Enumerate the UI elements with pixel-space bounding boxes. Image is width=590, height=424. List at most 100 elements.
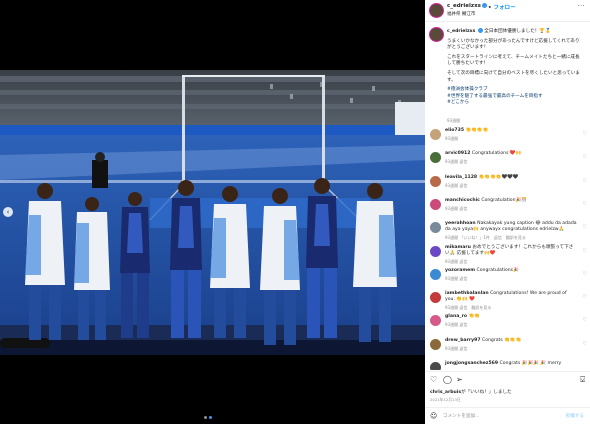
comments-scroll-area[interactable]: c_edrielzxs 全日本団体優勝しました！🏆🥇 うまくいかなかった部分があ…: [425, 23, 590, 370]
comment-timestamp: 93週間: [445, 136, 459, 141]
instagram-post-viewer: ‹ c_edrielzxs • フォロー 福井県 鯖江市 ··· c_edrie…: [0, 0, 590, 424]
comment-like-heart-icon[interactable]: ♡: [583, 178, 587, 184]
reply-link[interactable]: 返信 翻訳を見る: [459, 305, 491, 310]
save-bookmark-icon[interactable]: ⍌: [580, 375, 585, 384]
comment-item: drew_barry97 Congrats 👏👏👏 93週間 返信 ♡: [425, 338, 590, 361]
author-avatar[interactable]: [430, 4, 443, 17]
author-username[interactable]: c_edrielzxs: [447, 3, 487, 9]
comment-timestamp: 93週間: [445, 182, 459, 188]
commenter-avatar[interactable]: [430, 175, 441, 187]
comment-timestamp: 93週間: [445, 159, 459, 165]
comment-like-heart-icon[interactable]: ♡: [583, 271, 587, 277]
comment-meta: 93週間 返信: [445, 322, 467, 328]
commenter-username[interactable]: arvic0912: [445, 151, 470, 156]
post-photo[interactable]: [0, 70, 425, 355]
commenter-avatar[interactable]: [430, 268, 441, 280]
action-bar: ♡ ◯ ➢ ⍌: [425, 371, 590, 386]
comment-like-heart-icon[interactable]: ♡: [583, 131, 587, 137]
follow-button[interactable]: • フォロー: [488, 3, 515, 11]
comment-text: iambethbalanlan Congratulations! We are …: [445, 291, 577, 303]
reply-link[interactable]: 返信: [459, 276, 467, 281]
comment-meta: 93週間 返信: [445, 346, 467, 352]
commenter-username[interactable]: yeerahhoan: [445, 221, 476, 226]
commenter-avatar[interactable]: [430, 222, 441, 234]
comment-body: 👏👏👏👏: [465, 128, 489, 133]
comment-like-heart-icon[interactable]: ♡: [583, 224, 587, 230]
commenter-avatar[interactable]: [430, 152, 441, 164]
comment-text: yeerahhoan Nakakayak yung caption 😂 addu…: [445, 221, 577, 233]
commenter-username[interactable]: yozoramem: [445, 268, 475, 273]
comment-composer: ☺ 投稿する: [425, 407, 590, 424]
comment-item: elio735 👏👏👏👏 93週間 ♡: [425, 128, 590, 151]
comment-meta: 93週間 返信: [445, 276, 467, 282]
comment-icon[interactable]: ◯: [443, 375, 452, 384]
hashtag-link[interactable]: #徳洲会体操クラブ: [447, 87, 582, 94]
comment-timestamp: 93週間: [445, 322, 459, 328]
verified-badge-icon: [477, 28, 483, 33]
post-sidebar: c_edrielzxs • フォロー 福井県 鯖江市 ··· c_edrielz…: [425, 0, 590, 424]
previous-photo-button[interactable]: ‹: [3, 207, 13, 217]
comment-body: Congratulation🎉🎊: [481, 197, 527, 203]
comment-timestamp: 93週間: [445, 305, 459, 311]
commenter-username[interactable]: drew_barry97: [445, 338, 481, 343]
commenter-username[interactable]: iambethbalanlan: [445, 291, 489, 296]
carousel-dot: [204, 416, 207, 419]
commenter-username[interactable]: jongjongsanchez569: [445, 361, 498, 366]
commenter-avatar[interactable]: [430, 292, 441, 304]
comment-body: Congrats 🎉🎉🎉 🎉 merry: [499, 361, 562, 366]
post-header: c_edrielzxs • フォロー 福井県 鯖江市 ···: [425, 0, 590, 22]
comment-like-heart-icon[interactable]: ♡: [583, 294, 587, 300]
post-date: 2021年12月13日: [430, 397, 461, 402]
share-icon[interactable]: ➢: [456, 375, 463, 384]
reply-link[interactable]: 返信: [459, 159, 467, 164]
commenter-username[interactable]: manchicochic: [445, 198, 480, 203]
reply-link[interactable]: 返信: [459, 206, 467, 211]
caption-timestamp: 93週間: [447, 118, 461, 123]
commenter-avatar[interactable]: [430, 245, 441, 257]
hashtag-link[interactable]: #どこから: [447, 100, 582, 107]
emoji-smiley-icon[interactable]: ☺: [430, 412, 437, 420]
commenter-avatar[interactable]: [430, 362, 441, 370]
commenter-username[interactable]: glana_ro: [445, 314, 467, 319]
comment-item: yozoramem Congratulations🎉 93週間 返信 ♡: [425, 268, 590, 291]
comment-item: jongjongsanchez569 Congrats 🎉🎉🎉 🎉 merry: [425, 361, 590, 370]
comment-like-heart-icon[interactable]: ♡: [583, 317, 587, 323]
like-heart-icon[interactable]: ♡: [430, 375, 437, 384]
commenter-avatar[interactable]: [430, 129, 441, 140]
caption-hashtags: #徳洲会体操クラブ #世界を魅了する最強で最高のチームを目指す #どこから: [447, 87, 582, 107]
comment-text: leavila_1128 👏👏👏👏🖤🖤🖤: [445, 175, 577, 181]
comment-like-heart-icon[interactable]: ♡: [583, 341, 587, 347]
comment-input[interactable]: [443, 411, 563, 421]
commenter-avatar[interactable]: [430, 198, 441, 210]
comment-text: mikamaru おめでとうございます！これからも頑張って下さい🙏 応援してます…: [445, 245, 577, 257]
comment-text: manchicochic Congratulation🎉🎊: [445, 198, 577, 204]
reply-link[interactable]: 返信: [459, 346, 467, 351]
commenter-username[interactable]: leavila_1128: [445, 175, 477, 180]
comment-like-heart-icon[interactable]: ♡: [583, 154, 587, 160]
commenter-avatar[interactable]: [430, 338, 441, 350]
more-options-icon[interactable]: ···: [578, 3, 585, 10]
commenter-avatar[interactable]: [430, 315, 441, 327]
comment-item: arvic0912 Congratulations ❤️🙌 93週間 返信 ♡: [425, 151, 590, 174]
reply-link[interactable]: 返信: [459, 259, 467, 264]
commenter-username[interactable]: mikamaru: [445, 245, 471, 250]
comment-meta: 93週間: [445, 136, 458, 142]
comment-item: glana_ro 👏👏 93週間 返信 ♡: [425, 314, 590, 337]
comment-body: 👏👏👏👏🖤🖤🖤: [478, 174, 519, 180]
comment-text: yozoramem Congratulations🎉: [445, 268, 577, 274]
post-comment-button[interactable]: 投稿する: [566, 413, 584, 419]
comment-timestamp: 93週間: [445, 345, 459, 351]
caption-author-avatar[interactable]: [430, 28, 443, 41]
comment-meta: 93週間 返信: [445, 159, 467, 165]
comment-body: 👏👏: [468, 314, 480, 320]
post-location[interactable]: 福井県 鯖江市: [447, 11, 475, 17]
reply-link[interactable]: 「いいね！」1件 返信 翻訳を見る: [459, 235, 526, 240]
comment-timestamp: 93週間: [445, 258, 459, 264]
comment-like-heart-icon[interactable]: ♡: [583, 248, 587, 254]
reply-link[interactable]: 返信: [459, 183, 467, 188]
reply-link[interactable]: 返信: [459, 322, 467, 327]
comment-like-heart-icon[interactable]: ♡: [583, 201, 587, 207]
commenter-username[interactable]: elio735: [445, 128, 464, 133]
comment-meta: 93週間 返信: [445, 259, 467, 265]
caption-username[interactable]: c_edrielzxs: [447, 29, 475, 34]
